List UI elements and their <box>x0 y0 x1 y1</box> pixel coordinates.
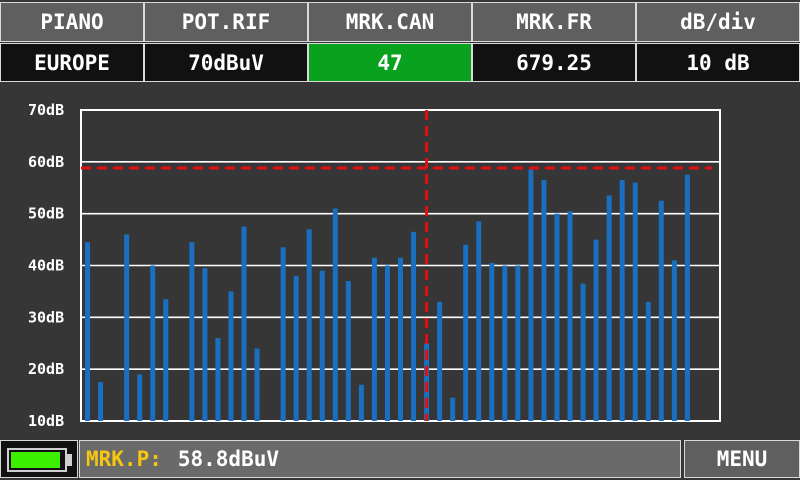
spectrum-bar <box>85 242 91 421</box>
spectrum-chart[interactable]: 70dB 60dB 50dB 40dB 30dB 20dB 10dB <box>0 88 800 433</box>
spectrum-bar <box>567 211 573 421</box>
marker-readout: MRK.P: 58.8dBuV <box>79 440 681 478</box>
header-value-pot-rif[interactable]: 70dBuV <box>144 43 308 82</box>
header-value-mrk-can[interactable]: 47 <box>308 43 472 82</box>
spectrum-bar <box>280 247 286 421</box>
spectrum-bar <box>358 384 364 421</box>
spectrum-bar <box>150 265 156 421</box>
spectrum-bar <box>215 338 221 421</box>
spectrum-bar <box>645 301 651 421</box>
spectrum-bar <box>163 299 169 421</box>
spectrum-bar <box>684 174 690 421</box>
spectrum-bar <box>632 182 638 421</box>
spectrum-bar <box>371 257 377 421</box>
footer-bar: MRK.P: 58.8dBuV MENU <box>0 438 800 480</box>
header-table: PIANO POT.RIF MRK.CAN MRK.FR dB/div EURO… <box>0 0 800 82</box>
spectrum-bar <box>241 226 247 421</box>
header-label-mrk-fr[interactable]: MRK.FR <box>472 2 636 42</box>
y-tick-label: 70dB <box>28 101 64 119</box>
spectrum-bar <box>489 262 495 421</box>
marker-power-value: 58.8dBuV <box>177 447 280 471</box>
spectrum-bar <box>137 374 143 421</box>
spectrum-bar <box>411 231 417 421</box>
spectrum-bar <box>450 397 456 421</box>
spectrum-bar <box>619 179 625 421</box>
spectrum-bar <box>580 283 586 421</box>
y-tick-label: 60dB <box>28 153 64 171</box>
spectrum-bar <box>332 208 338 421</box>
spectrum-bar <box>98 382 104 421</box>
spectrum-bar <box>476 221 482 421</box>
battery-level-fill <box>11 452 61 468</box>
spectrum-bar <box>463 244 469 421</box>
spectrum-bar <box>254 348 260 421</box>
spectrum-bar <box>384 265 390 421</box>
header-label-pot-rif[interactable]: POT.RIF <box>144 2 308 42</box>
spectrum-bar <box>502 265 508 421</box>
y-tick-label: 50dB <box>28 205 64 223</box>
y-tick-label: 20dB <box>28 360 64 378</box>
spectrum-bar <box>606 195 612 421</box>
spectrum-bar <box>202 268 208 421</box>
spectrum-bar <box>437 301 443 421</box>
spectrum-bar <box>306 229 312 421</box>
spectrum-bar <box>124 234 130 421</box>
spectrum-bar <box>528 169 534 421</box>
spectrum-bar <box>541 179 547 421</box>
menu-button[interactable]: MENU <box>684 440 800 478</box>
battery-tip-icon <box>67 454 72 466</box>
header-label-mrk-can[interactable]: MRK.CAN <box>308 2 472 42</box>
spectrum-bar <box>293 275 299 421</box>
spectrum-bar <box>554 213 560 421</box>
y-tick-label: 30dB <box>28 308 64 326</box>
spectrum-bar <box>515 265 521 421</box>
spectrum-bar <box>345 281 351 421</box>
spectrum-bar <box>228 291 234 421</box>
y-tick-label: 10dB <box>28 412 64 430</box>
header-value-mrk-fr[interactable]: 679.25 <box>472 43 636 82</box>
spectrum-bar <box>398 257 403 421</box>
spectrum-bar <box>319 270 325 421</box>
spectrum-bar <box>671 260 677 421</box>
header-label-piano[interactable]: PIANO <box>0 2 144 42</box>
marker-power-label: MRK.P: <box>86 447 162 471</box>
header-value-db-div[interactable]: 10 dB <box>636 43 800 82</box>
y-tick-label: 40dB <box>28 257 64 275</box>
spectrum-bar <box>189 242 195 421</box>
header-value-piano[interactable]: EUROPE <box>0 43 144 82</box>
spectrum-bar <box>658 200 664 421</box>
spectrum-bar <box>593 239 599 421</box>
header-label-db-div[interactable]: dB/div <box>636 2 800 42</box>
battery-indicator <box>0 440 78 478</box>
battery-icon <box>7 448 67 472</box>
